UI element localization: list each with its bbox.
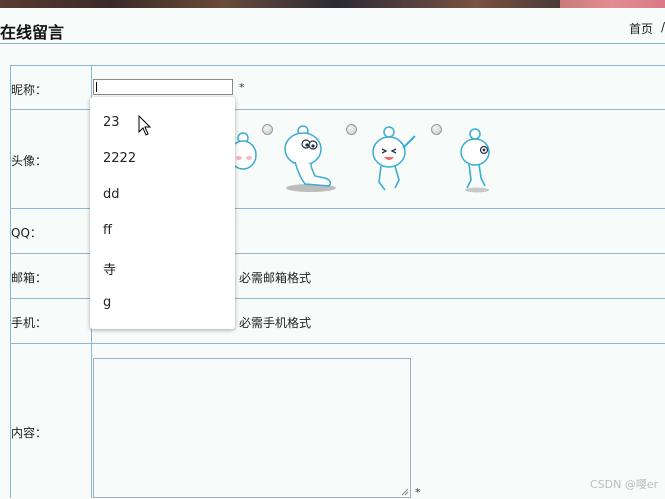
nickname-label: 昵称： xyxy=(11,83,48,97)
email-label: 邮箱： xyxy=(11,271,48,285)
breadcrumb-separator: / xyxy=(661,20,665,34)
avatar-image-4[interactable] xyxy=(455,128,495,194)
phone-label: 手机： xyxy=(11,316,48,330)
autocomplete-option[interactable]: dd xyxy=(103,187,120,202)
autocomplete-option[interactable]: 23 xyxy=(103,115,120,130)
breadcrumb-home-link[interactable]: 首页 xyxy=(629,20,653,37)
watermark: CSDN @嘤er xyxy=(590,478,659,491)
autocomplete-option[interactable]: g xyxy=(103,295,111,310)
avatar-radio-4[interactable] xyxy=(431,124,442,135)
mouse-pointer-icon xyxy=(138,115,152,136)
avatar-radio-2[interactable] xyxy=(262,124,273,135)
page-header: 在线留言 首页 / xyxy=(0,8,665,44)
avatar-radio-3[interactable] xyxy=(346,124,357,135)
autocomplete-option[interactable]: 2222 xyxy=(103,151,136,166)
qq-label: QQ： xyxy=(11,226,42,240)
required-mark: * xyxy=(239,81,245,94)
content-label: 内容： xyxy=(11,426,48,440)
nickname-input[interactable] xyxy=(93,79,233,95)
avatar-label: 头像： xyxy=(11,154,48,168)
email-hint: 必需邮箱格式 xyxy=(239,271,312,285)
avatar-image-3[interactable] xyxy=(367,126,419,194)
autocomplete-dropdown: 23 2222 dd ff 寺 g xyxy=(90,97,235,329)
content-required-mark: * xyxy=(415,486,421,499)
autocomplete-option[interactable]: ff xyxy=(103,223,112,238)
phone-hint: 必需手机格式 xyxy=(239,316,312,330)
resize-grip-icon[interactable] xyxy=(401,488,409,496)
content-textarea[interactable] xyxy=(93,358,411,498)
text-caret xyxy=(96,82,97,92)
top-banner-strip xyxy=(0,0,665,8)
autocomplete-option[interactable]: 寺 xyxy=(103,259,116,278)
avatar-image-2[interactable] xyxy=(281,124,339,194)
page-title: 在线留言 xyxy=(0,23,65,42)
